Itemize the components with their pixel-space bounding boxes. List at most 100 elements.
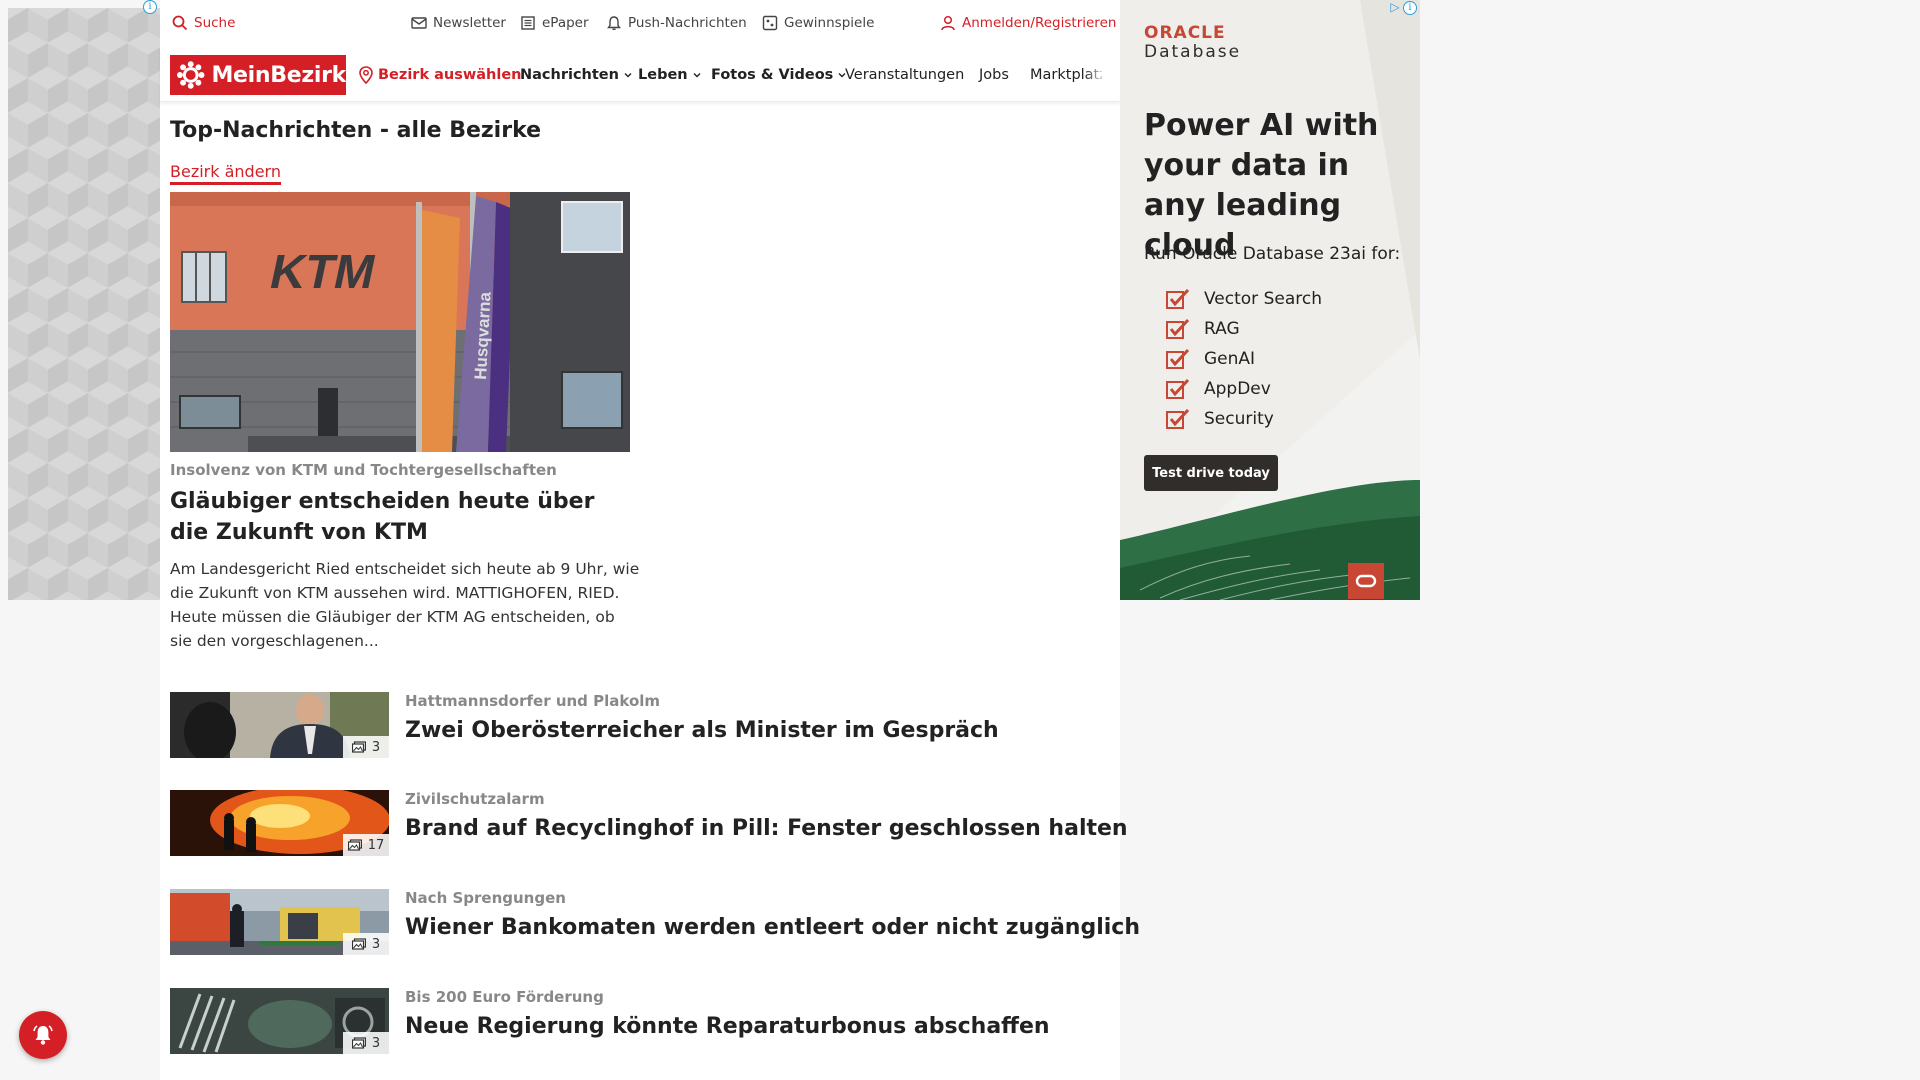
nav-item-label: Fotos & Videos (711, 67, 834, 83)
ad-cta-button[interactable]: Test drive today (1144, 455, 1278, 491)
checkbox-check-icon (1166, 318, 1190, 339)
mail-icon (411, 17, 427, 29)
ad-feature-label: AppDev (1204, 379, 1271, 399)
article-kicker: Nach Sprengungen (405, 889, 566, 907)
right-ad-banner[interactable]: ORACLE Database ▷ i Power AI with your d… (1120, 0, 1420, 600)
image-icon (351, 741, 366, 753)
chevron-down-icon (693, 73, 701, 78)
change-district-link[interactable]: Bezirk ändern (170, 162, 281, 185)
info-icon[interactable]: i (143, 0, 157, 14)
push-label: Push-Nachrichten (628, 15, 747, 31)
district-select[interactable]: Bezirk auswählen (358, 64, 522, 86)
image-icon (351, 938, 366, 950)
list-item[interactable]: 3 Bis 200 Euro Förderung Neue Regierung … (170, 988, 1100, 1054)
user-icon (941, 15, 955, 31)
bell-icon (607, 16, 621, 31)
ad-feature-item: AppDev (1166, 374, 1322, 404)
photo-count-badge: 3 (343, 933, 389, 955)
adchoices-icon[interactable]: ▷ (1388, 1, 1402, 15)
epaper-link[interactable]: ePaper (520, 14, 589, 32)
info-icon[interactable]: i (1403, 1, 1417, 15)
article-title[interactable]: Wiener Bankomaten werden entleert oder n… (405, 915, 1140, 940)
article-kicker: Hattmannsdorfer und Plakolm (405, 692, 661, 710)
ad-feature-label: Vector Search (1204, 289, 1322, 309)
nav-item-veranstaltungen[interactable]: Veranstaltungen (845, 64, 964, 86)
notification-bell-button[interactable] (19, 1011, 67, 1059)
chevron-down-icon (624, 73, 632, 78)
featured-title[interactable]: Gläubiger entscheiden heute über die Zuk… (170, 486, 640, 548)
ad-feature-label: Security (1204, 409, 1274, 429)
site-logo[interactable]: MeinBezirk (170, 55, 346, 95)
ad-feature-label: RAG (1204, 319, 1240, 339)
article-title[interactable]: Neue Regierung könnte Reparaturbonus abs… (405, 1014, 1050, 1039)
oracle-logo: ORACLE Database (1144, 24, 1241, 62)
article-kicker: Bis 200 Euro Förderung (405, 988, 604, 1006)
logo-sun-icon (176, 61, 205, 89)
nav-item-marktplatz[interactable]: Marktplatz (1030, 64, 1102, 86)
ad-feature-item: Vector Search (1166, 284, 1322, 314)
newsletter-link[interactable]: Newsletter (411, 14, 506, 32)
article-kicker: Zivilschutzalarm (405, 790, 545, 808)
raffle-label: Gewinnspiele (784, 15, 875, 31)
image-icon (351, 1037, 366, 1049)
nav-item-label: Nachrichten (520, 67, 619, 83)
main-content: Suche Newsletter ePaper Push-Nachrichten… (160, 0, 1140, 1080)
search-label: Suche (194, 15, 236, 31)
epaper-label: ePaper (542, 15, 589, 31)
ad-feature-list: Vector Search RAG GenAI AppDev Security (1166, 284, 1322, 434)
district-select-label: Bezirk auswählen (378, 67, 522, 83)
newsletter-label: Newsletter (433, 15, 506, 31)
list-item[interactable]: 3 Hattmannsdorfer und Plakolm Zwei Oberö… (170, 692, 1100, 758)
page-title: Top-Nachrichten - alle Bezirke (170, 118, 542, 143)
utility-bar: Suche Newsletter ePaper Push-Nachrichten… (160, 0, 1120, 46)
search-link[interactable]: Suche (172, 14, 235, 32)
image-icon (347, 839, 362, 851)
ticket-icon (762, 15, 778, 31)
article-title[interactable]: Brand auf Recyclinghof in Pill: Fenster … (405, 816, 1128, 841)
list-item[interactable]: 3 Nach Sprengungen Wiener Bankomaten wer… (170, 889, 1140, 955)
nav-item-label: Marktplatz (1030, 67, 1102, 83)
article-title[interactable]: Zwei Oberösterreicher als Minister im Ge… (405, 718, 999, 743)
photo-count: 17 (367, 837, 385, 853)
oracle-o-icon (1348, 563, 1384, 599)
nav-item-leben[interactable]: Leben (638, 64, 702, 86)
left-ad-banner[interactable] (8, 8, 160, 600)
featured-teaser: Am Landesgericht Ried entscheidet sich h… (170, 560, 640, 650)
article-thumbnail: 3 (170, 988, 389, 1054)
notification-bell-icon (33, 1025, 53, 1045)
article-thumbnail: 17 (170, 790, 389, 856)
list-item[interactable]: 17 Zivilschutzalarm Brand auf Recyclingh… (170, 790, 1128, 856)
nav-item-nachrichten[interactable]: Nachrichten (520, 64, 633, 86)
nav-item-label: Veranstaltungen (845, 67, 965, 83)
ad-feature-item: RAG (1166, 314, 1322, 344)
nav-item-jobs[interactable]: Jobs (979, 64, 1009, 86)
article-thumbnail: 3 (170, 692, 389, 758)
photo-count: 3 (371, 739, 381, 755)
checkbox-check-icon (1166, 288, 1190, 309)
ad-subhead: Run Oracle Database 23ai for: (1144, 244, 1401, 264)
main-navigation: MeinBezirk Bezirk auswählen Nachrichten … (160, 46, 1120, 102)
photo-count: 3 (371, 1035, 381, 1051)
login-link[interactable]: Anmelden/Registrieren (940, 14, 1116, 32)
ad-feature-label: GenAI (1204, 349, 1256, 369)
nav-item-fotos-videos[interactable]: Fotos & Videos (711, 64, 847, 86)
featured-image[interactable]: KTM Husqvarna (170, 192, 630, 452)
ad-brand-product: Database (1144, 42, 1242, 62)
checkbox-check-icon (1166, 408, 1190, 429)
ad-feature-item: Security (1166, 404, 1322, 434)
article-thumbnail: 3 (170, 889, 389, 955)
login-label: Anmelden/Registrieren (962, 15, 1117, 31)
push-link[interactable]: Push-Nachrichten (606, 14, 747, 32)
ad-feature-item: GenAI (1166, 344, 1322, 374)
map-pin-icon (359, 66, 373, 84)
photo-count: 3 (371, 936, 381, 952)
nav-item-label: Leben (638, 67, 688, 83)
search-icon (172, 15, 188, 31)
newspaper-icon (521, 16, 535, 30)
photo-count-badge: 17 (343, 834, 389, 856)
ad-brand-name: ORACLE (1144, 23, 1226, 43)
checkbox-check-icon (1166, 348, 1190, 369)
raffle-link[interactable]: Gewinnspiele (762, 14, 874, 32)
ktm-building-photo: KTM Husqvarna (170, 192, 630, 452)
nav-item-label: Jobs (979, 67, 1009, 83)
